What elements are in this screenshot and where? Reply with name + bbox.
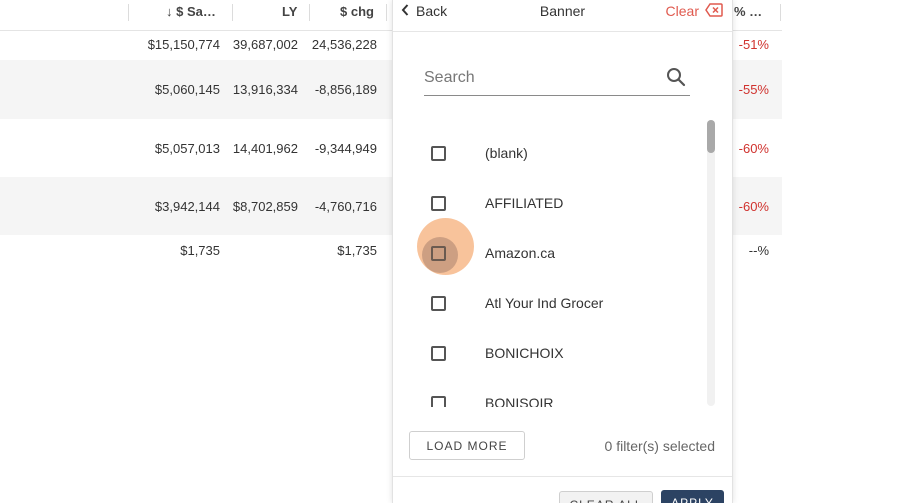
cell-ly: $8,702,859 xyxy=(232,199,298,214)
item-label: BONISOIR xyxy=(485,395,554,407)
checkbox[interactable] xyxy=(431,195,446,211)
checkbox[interactable] xyxy=(431,395,446,407)
list-item[interactable]: BONICHOIX xyxy=(393,328,711,378)
checkbox[interactable] xyxy=(431,245,446,261)
cell-sales: $5,060,145 xyxy=(154,82,220,97)
header-divider xyxy=(232,4,233,21)
item-label: Atl Your Ind Grocer xyxy=(485,295,604,311)
cell-pct: -51% xyxy=(738,37,769,52)
app-root: ↓ $ Sa… LY $ chg % … $15,150,774 39,687,… xyxy=(0,0,900,503)
cell-chg: 24,536,228 xyxy=(311,37,377,52)
scrollbar-track[interactable] xyxy=(707,120,715,406)
cell-ly: 39,687,002 xyxy=(232,37,298,52)
cell-chg: -8,856,189 xyxy=(314,82,377,97)
search-icon[interactable] xyxy=(666,67,686,92)
checkbox[interactable] xyxy=(431,295,446,311)
search-field xyxy=(424,62,690,96)
cell-pct: --% xyxy=(748,243,769,258)
search-input[interactable] xyxy=(424,65,654,91)
filters-selected-count: 0 filter(s) selected xyxy=(604,438,715,454)
checkbox[interactable] xyxy=(431,345,446,361)
item-label: AFFILIATED xyxy=(485,195,564,211)
cell-sales: $5,057,013 xyxy=(154,141,220,156)
list-item[interactable]: Atl Your Ind Grocer xyxy=(393,278,711,328)
list-item[interactable]: (blank) xyxy=(393,128,711,178)
clear-all-button[interactable]: CLEAR ALL xyxy=(559,491,653,503)
header-divider xyxy=(128,4,129,21)
list-item[interactable]: BONISOIR xyxy=(393,378,711,407)
list-item[interactable]: AFFILIATED xyxy=(393,178,711,228)
header-divider xyxy=(780,4,781,21)
header-chg[interactable]: $ chg xyxy=(340,0,380,30)
header-sales[interactable]: ↓ $ Sa… xyxy=(166,0,226,30)
footer-divider xyxy=(393,476,732,477)
filter-panel: Back Banner Clear Search (blank) AFFILIA… xyxy=(392,0,733,503)
header-divider xyxy=(386,4,387,21)
cell-sales: $3,942,144 xyxy=(154,199,220,214)
cell-chg: $1,735 xyxy=(337,243,377,258)
clear-filter-icon xyxy=(705,2,723,20)
scrollbar-thumb[interactable] xyxy=(707,120,715,153)
cell-ly: 14,401,962 xyxy=(232,141,298,156)
list-item[interactable]: Amazon.ca xyxy=(393,228,711,278)
clear-button[interactable]: Clear xyxy=(666,2,723,20)
cell-sales: $15,150,774 xyxy=(147,37,220,52)
filter-options-list: (blank) AFFILIATED Amazon.ca Atl Your In… xyxy=(393,120,711,407)
header-pct[interactable]: % … xyxy=(734,0,768,30)
header-divider xyxy=(309,4,310,21)
cell-chg: -9,344,949 xyxy=(314,141,377,156)
apply-button[interactable]: APPLY xyxy=(661,490,724,503)
cell-ly: 13,916,334 xyxy=(232,82,298,97)
header-ly[interactable]: LY xyxy=(282,0,302,30)
load-more-button[interactable]: LOAD MORE xyxy=(409,431,525,460)
item-label: (blank) xyxy=(485,145,528,161)
item-label: Amazon.ca xyxy=(485,245,556,261)
cell-pct: -60% xyxy=(738,141,769,156)
cell-sales: $1,735 xyxy=(180,243,220,258)
cell-chg: -4,760,716 xyxy=(314,199,377,214)
checkbox[interactable] xyxy=(431,145,446,161)
clear-label: Clear xyxy=(665,3,699,19)
cell-pct: -60% xyxy=(738,199,769,214)
item-label: BONICHOIX xyxy=(485,345,564,361)
panel-header: Back Banner Clear xyxy=(393,0,732,32)
cell-pct: -55% xyxy=(738,82,769,97)
